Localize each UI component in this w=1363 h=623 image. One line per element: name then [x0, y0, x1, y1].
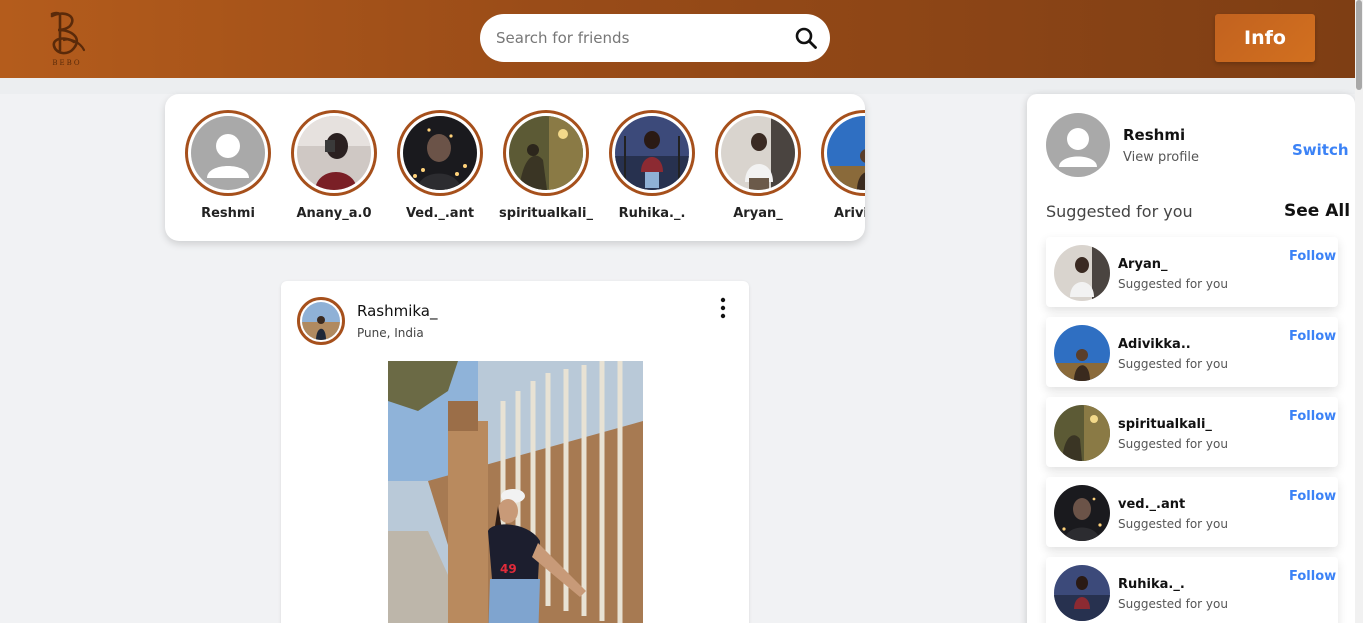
scrollbar-thumb[interactable]: [1356, 0, 1362, 90]
story-ring: [397, 110, 483, 196]
suggestion-subtitle: Suggested for you: [1118, 597, 1228, 611]
story-ring: [609, 110, 695, 196]
suggestion-subtitle: Suggested for you: [1118, 437, 1228, 451]
search-input[interactable]: [496, 26, 786, 50]
story-name: Arivikka: [834, 206, 865, 221]
suggestion-card: Adivikka.. Suggested for you Follow: [1046, 317, 1338, 387]
story-item[interactable]: Arivikka: [814, 110, 865, 221]
suggestion-card: Ruhika._. Suggested for you Follow: [1046, 557, 1338, 623]
search-icon[interactable]: [794, 26, 818, 50]
suggestion-name[interactable]: Adivikka..: [1118, 337, 1191, 352]
brand-logo[interactable]: BEBO: [44, 10, 90, 70]
story-name: Ved._.ant: [405, 206, 475, 221]
story-photo: [721, 116, 795, 190]
suggestion-avatar[interactable]: [1054, 485, 1110, 541]
suggestion-card: ved._.ant Suggested for you Follow: [1046, 477, 1338, 547]
story-name: Ruhika._.: [618, 206, 686, 221]
search-bar[interactable]: [480, 14, 830, 62]
suggestion-name[interactable]: Aryan_: [1118, 257, 1167, 272]
story-photo: [403, 116, 477, 190]
default-avatar-icon: [191, 116, 265, 190]
post-avatar[interactable]: [297, 297, 345, 345]
svg-text:49: 49: [500, 562, 517, 576]
switch-account-link[interactable]: Switch: [1292, 141, 1349, 159]
story-photo: [615, 116, 689, 190]
story-item[interactable]: spiritualkali_: [496, 110, 596, 221]
story-ring: [291, 110, 377, 196]
suggestion-subtitle: Suggested for you: [1118, 357, 1228, 371]
post-photo[interactable]: 49: [388, 361, 643, 623]
story-item[interactable]: Aryan_: [708, 110, 808, 221]
suggestion-avatar[interactable]: [1054, 565, 1110, 621]
story-photo: [297, 116, 371, 190]
story-ring: [715, 110, 801, 196]
suggestion-subtitle: Suggested for you: [1118, 277, 1228, 291]
logo-text: BEBO: [52, 59, 82, 67]
follow-button[interactable]: Follow: [1289, 329, 1336, 344]
follow-button[interactable]: Follow: [1289, 489, 1336, 504]
stories-bar: Reshmi Anany_a.0 Ved._.ant spiritualkali…: [165, 94, 865, 241]
default-avatar-icon[interactable]: [1046, 113, 1110, 177]
post-username[interactable]: Rashmika_: [357, 302, 438, 320]
follow-button[interactable]: Follow: [1289, 249, 1336, 264]
story-item[interactable]: Reshmi: [178, 110, 278, 221]
more-vertical-icon[interactable]: [715, 297, 731, 319]
info-button[interactable]: Info: [1215, 14, 1315, 62]
suggestion-name[interactable]: ved._.ant: [1118, 497, 1185, 512]
logo-mark-icon: [50, 11, 86, 55]
story-name: Aryan_: [733, 206, 783, 221]
post-location: Pune, India: [357, 326, 424, 340]
story-item[interactable]: Ved._.ant: [390, 110, 490, 221]
story-name: Reshmi: [201, 206, 255, 221]
suggestion-card: Aryan_ Suggested for you Follow: [1046, 237, 1338, 307]
follow-button[interactable]: Follow: [1289, 569, 1336, 584]
right-sidebar: Reshmi View profile Switch Suggested for…: [1027, 94, 1355, 623]
story-photo: [509, 116, 583, 190]
story-name: Anany_a.0: [296, 206, 372, 221]
suggestion-avatar[interactable]: [1054, 405, 1110, 461]
story-item[interactable]: Ruhika._.: [602, 110, 702, 221]
story-ring: [503, 110, 589, 196]
suggested-heading: Suggested for you: [1046, 202, 1193, 221]
feed-post: Rashmika_ Pune, India 49: [281, 281, 749, 623]
story-photo: [827, 116, 865, 190]
suggestion-card: spiritualkali_ Suggested for you Follow: [1046, 397, 1338, 467]
suggestion-subtitle: Suggested for you: [1118, 517, 1228, 531]
story-name: spiritualkali_: [499, 206, 593, 221]
see-all-link[interactable]: See All: [1284, 201, 1350, 221]
top-header: BEBO Info: [0, 0, 1355, 78]
suggestion-name[interactable]: spiritualkali_: [1118, 417, 1212, 432]
story-ring: [821, 110, 865, 196]
suggestion-name[interactable]: Ruhika._.: [1118, 577, 1185, 592]
header-underlay: [0, 78, 1355, 94]
profile-name[interactable]: Reshmi: [1123, 126, 1185, 144]
suggestion-avatar[interactable]: [1054, 245, 1110, 301]
suggestion-avatar[interactable]: [1054, 325, 1110, 381]
follow-button[interactable]: Follow: [1289, 409, 1336, 424]
story-item[interactable]: Anany_a.0: [284, 110, 384, 221]
view-profile-link[interactable]: View profile: [1123, 150, 1199, 165]
page-scrollbar[interactable]: [1355, 0, 1363, 623]
story-ring: [185, 110, 271, 196]
